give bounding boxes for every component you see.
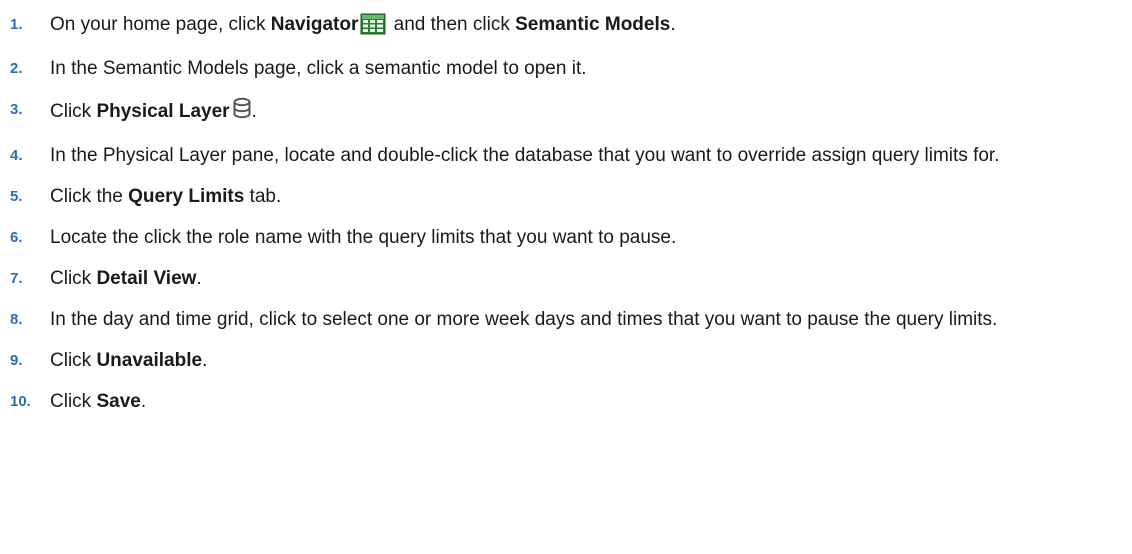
step-number: 9. — [10, 352, 23, 369]
step-text-part: and then click — [388, 14, 516, 35]
step-text-part: Click — [50, 391, 97, 412]
step-text-part: tab. — [244, 186, 282, 207]
step-text-part: . — [670, 14, 676, 35]
step-number: 5. — [10, 188, 23, 205]
step-3: 3. Click Physical Layer . — [0, 97, 1132, 127]
step-7: 7. Click Detail View. — [0, 266, 1132, 291]
step-number: 7. — [10, 270, 23, 287]
step-text-part: . — [140, 391, 147, 412]
navigator-grid-icon — [358, 13, 388, 40]
step-text: Click Physical Layer . — [50, 97, 1132, 127]
step-text: In the Physical Layer pane, locate and d… — [50, 145, 1000, 166]
step-text: Click Unavailable. — [50, 348, 1132, 373]
step-text: In the Semantic Models page, click a sem… — [50, 58, 587, 79]
step-number: 1. — [10, 16, 23, 33]
step-text-part: Click — [50, 350, 97, 371]
save-label: Save — [96, 391, 141, 412]
step-2: 2. In the Semantic Models page, click a … — [0, 56, 1132, 81]
physical-layer-label: Physical Layer — [96, 101, 230, 122]
step-number: 3. — [10, 101, 23, 118]
step-number: 8. — [10, 311, 23, 328]
step-text-part: Click the — [50, 186, 129, 207]
database-icon — [230, 97, 252, 127]
step-9: 9. Click Unavailable. — [0, 348, 1132, 373]
unavailable-label: Unavailable — [96, 350, 203, 371]
step-text: Click the Query Limits tab. — [50, 184, 1132, 209]
step-5: 5. Click the Query Limits tab. — [0, 184, 1132, 209]
step-text-part: . — [251, 101, 257, 122]
query-limits-label: Query Limits — [128, 186, 245, 207]
step-1: 1. On your home page, click Navigator an… — [0, 12, 1132, 40]
step-number: 2. — [10, 60, 23, 77]
navigator-label: Navigator — [270, 14, 359, 35]
step-text-part: On your home page, click — [50, 14, 271, 35]
step-text: In the day and time grid, click to selec… — [50, 309, 998, 330]
step-text: Click Detail View. — [50, 266, 1132, 291]
step-number: 4. — [10, 147, 23, 164]
step-number: 6. — [10, 229, 23, 246]
step-text-part: . — [196, 268, 202, 289]
step-text-part: Click — [50, 268, 97, 289]
detail-view-label: Detail View — [96, 268, 197, 289]
step-8: 8. In the day and time grid, click to se… — [0, 307, 1132, 332]
semantic-models-label: Semantic Models — [515, 14, 671, 35]
procedure-steps: 1. On your home page, click Navigator an… — [0, 0, 1132, 414]
step-4: 4. In the Physical Layer pane, locate an… — [0, 143, 1132, 168]
step-text: Locate the click the role name with the … — [50, 227, 677, 248]
step-10: 10. Click Save. — [0, 389, 1132, 414]
step-text: On your home page, click Navigator and t… — [50, 12, 1132, 40]
step-text-part: . — [202, 350, 208, 371]
step-text: Click Save. — [50, 389, 1132, 414]
step-6: 6. Locate the click the role name with t… — [0, 225, 1132, 250]
step-text-part: Click — [50, 101, 97, 122]
step-number: 10. — [10, 393, 31, 410]
